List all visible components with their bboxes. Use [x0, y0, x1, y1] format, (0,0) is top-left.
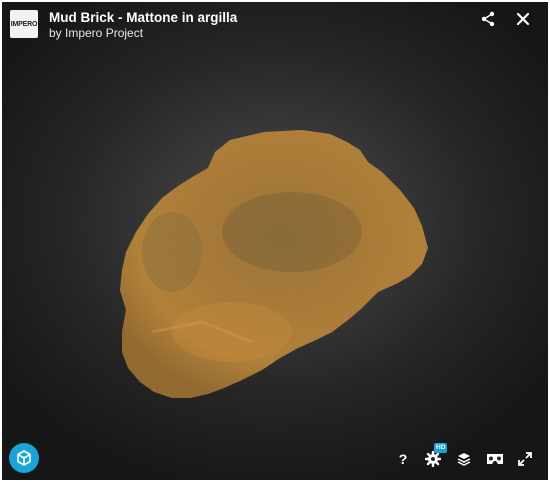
- viewer-header: IMPERO Mud Brick - Mattone in argilla by…: [2, 2, 548, 46]
- mud-brick-model[interactable]: [2, 2, 548, 480]
- vr-icon[interactable]: [484, 448, 506, 470]
- share-icon[interactable]: [477, 8, 499, 30]
- model-viewer[interactable]: IMPERO Mud Brick - Mattone in argilla by…: [2, 2, 548, 480]
- model-title[interactable]: Mud Brick - Mattone in argilla: [49, 10, 237, 25]
- model-author[interactable]: by Impero Project: [49, 26, 143, 40]
- close-icon[interactable]: [512, 8, 534, 30]
- cube-icon[interactable]: [9, 443, 39, 473]
- logo-text: IMPERO: [10, 20, 38, 28]
- help-icon[interactable]: ?: [392, 448, 414, 470]
- fullscreen-icon[interactable]: [514, 448, 536, 470]
- impero-logo[interactable]: IMPERO: [10, 10, 38, 38]
- hd-badge: HD: [434, 443, 448, 453]
- layers-icon[interactable]: [453, 448, 475, 470]
